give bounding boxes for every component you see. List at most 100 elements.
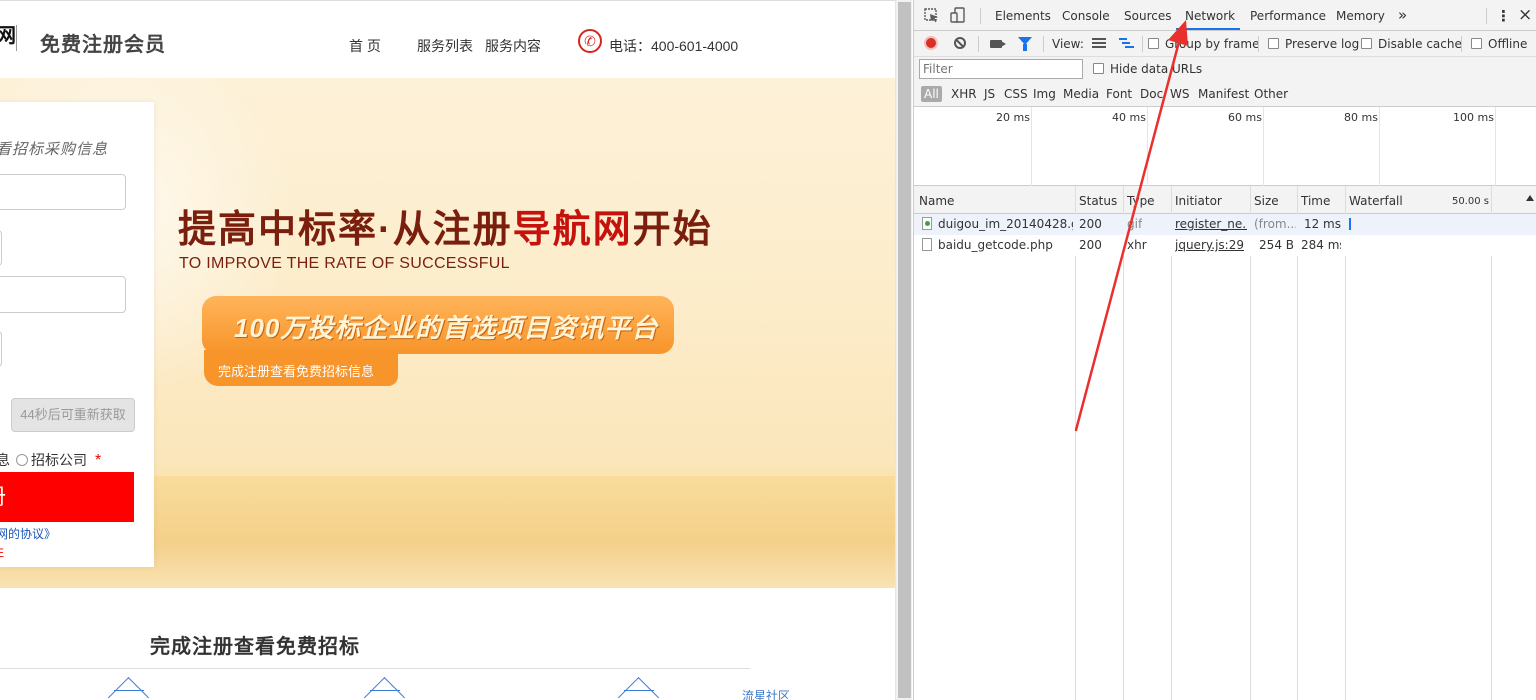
column-header-type[interactable]: Type: [1127, 194, 1155, 208]
hide-data-urls-label: Hide data URLs: [1110, 62, 1203, 76]
close-icon[interactable]: ×: [1518, 5, 1532, 25]
company-type-radio-group: 息 招标公司 *: [0, 450, 101, 470]
tabbar-separator: [980, 8, 981, 24]
toolbar-separator: [1258, 36, 1259, 52]
phone-icon: ✆: [578, 29, 602, 53]
device-toolbar-icon[interactable]: [950, 7, 966, 24]
toolbar-separator: [978, 36, 979, 52]
phone-field[interactable]: [0, 276, 126, 313]
site-logo[interactable]: 网: [0, 19, 16, 48]
feature-hex-icon: [114, 690, 144, 700]
tab-memory[interactable]: Memory: [1336, 9, 1385, 23]
section-title: 完成注册查看免费招标: [150, 636, 360, 658]
screenshot-capture-icon[interactable]: [990, 40, 1006, 48]
request-size: (from...: [1254, 217, 1296, 231]
waterfall-scale-label: 50.00 s: [1452, 196, 1490, 207]
verification-code-field[interactable]: [0, 331, 2, 367]
filter-input[interactable]: [919, 59, 1083, 79]
headline-dark: 提高中标率·从注册: [178, 209, 513, 251]
nav-service-list-link[interactable]: 服务列表: [417, 36, 473, 56]
record-icon[interactable]: [924, 36, 938, 50]
overview-icon[interactable]: [1119, 38, 1134, 49]
large-rows-icon[interactable]: [1092, 38, 1106, 49]
toolbar-separator: [1461, 36, 1462, 52]
tab-performance[interactable]: Performance: [1250, 9, 1326, 23]
nav-service-content-link[interactable]: 服务内容: [485, 36, 541, 56]
type-filter-css[interactable]: CSS: [1004, 87, 1028, 101]
devtools-menu-icon[interactable]: ⋮: [1496, 7, 1511, 25]
disable-cache-label: Disable cache: [1378, 37, 1462, 51]
filter-icon[interactable]: [1018, 37, 1032, 51]
resend-code-button[interactable]: 44秒后可重新获取: [11, 398, 135, 432]
community-link[interactable]: 流星社区: [742, 687, 790, 700]
type-filter-js[interactable]: JS: [984, 87, 995, 101]
inspect-element-icon[interactable]: [924, 8, 940, 24]
register-button[interactable]: 册: [0, 472, 134, 522]
preserve-log-checkbox[interactable]: [1268, 38, 1279, 49]
registration-form: 看招标采购信息 44秒后可重新获取 息 招标公司 * 册 网的协议》 E: [0, 102, 154, 567]
username-field[interactable]: [0, 174, 126, 210]
offline-checkbox[interactable]: [1471, 38, 1482, 49]
overview-tick-label: 80 ms: [1344, 111, 1378, 124]
web-page: 网 免费注册会员 首 页 服务列表 服务内容 ✆ 电话：400-601-4000…: [0, 0, 895, 700]
preserve-log-label: Preserve log: [1285, 37, 1360, 51]
request-name[interactable]: duigou_im_20140428.gif: [938, 217, 1073, 231]
page-title: 免费注册会员: [40, 34, 166, 56]
nav-home-link[interactable]: 首 页: [349, 36, 381, 56]
group-by-frame-checkbox[interactable]: [1148, 38, 1159, 49]
group-by-frame-label: Group by frame: [1165, 37, 1260, 51]
type-filter-img[interactable]: Img: [1033, 87, 1056, 101]
type-filter-xhr[interactable]: XHR: [951, 87, 977, 101]
column-header-name[interactable]: Name: [919, 194, 954, 208]
overview-gridline: [1379, 107, 1380, 186]
waterfall-bar: [1349, 218, 1351, 230]
hide-data-urls-checkbox[interactable]: [1093, 63, 1104, 74]
toolbar-separator: [1142, 36, 1143, 52]
column-header-size[interactable]: Size: [1254, 194, 1279, 208]
request-name[interactable]: baidu_getcode.php: [938, 238, 1073, 252]
more-tabs-icon[interactable]: »: [1398, 6, 1407, 24]
request-initiator-link[interactable]: register_ne...: [1175, 217, 1247, 231]
view-label: View:: [1052, 37, 1084, 51]
radio-button[interactable]: [16, 454, 28, 466]
phone-number: 电话：400-601-4000: [609, 38, 739, 54]
overview-gridline: [1031, 107, 1032, 186]
toolbar-separator: [1043, 36, 1044, 52]
type-filter-font[interactable]: Font: [1106, 87, 1132, 101]
request-type: xhr: [1127, 238, 1147, 252]
tab-elements[interactable]: Elements: [995, 9, 1051, 23]
type-filter-other[interactable]: Other: [1254, 87, 1288, 101]
network-toolbar: View: Group by frame Preserve log Disabl…: [914, 31, 1536, 57]
scrollbar-thumb[interactable]: [898, 2, 911, 698]
login-link[interactable]: E: [0, 546, 4, 560]
column-header-status[interactable]: Status: [1079, 194, 1117, 208]
table-row[interactable]: duigou_im_20140428.gif 200 gif register_…: [914, 214, 1536, 235]
agreement-link[interactable]: 网的协议》: [0, 525, 56, 542]
table-row[interactable]: baidu_getcode.php 200 xhr jquery.js:29 2…: [914, 235, 1536, 256]
tab-console[interactable]: Console: [1062, 9, 1110, 23]
type-filter-doc[interactable]: Doc: [1140, 87, 1163, 101]
type-filter-ws[interactable]: WS: [1170, 87, 1189, 101]
column-header-waterfall[interactable]: Waterfall: [1349, 194, 1403, 208]
type-filter-all[interactable]: All: [921, 86, 942, 102]
type-filter-manifest[interactable]: Manifest: [1198, 87, 1249, 101]
disable-cache-checkbox[interactable]: [1361, 38, 1372, 49]
password-field[interactable]: [0, 230, 2, 266]
column-header-initiator[interactable]: Initiator: [1175, 194, 1222, 208]
request-size: 254 B: [1259, 238, 1294, 252]
tab-sources[interactable]: Sources: [1124, 9, 1171, 23]
headline-tail: 开始: [632, 209, 713, 251]
request-type: gif: [1127, 217, 1143, 231]
tabbar-separator: [1486, 8, 1487, 24]
sort-ascending-icon[interactable]: [1526, 195, 1534, 201]
request-initiator-link[interactable]: jquery.js:29: [1175, 238, 1247, 252]
overview-tick-label: 40 ms: [1112, 111, 1146, 124]
tab-network[interactable]: Network: [1185, 9, 1235, 23]
clear-icon[interactable]: [954, 37, 966, 49]
site-header: 网 免费注册会员 首 页 服务列表 服务内容 ✆ 电话：400-601-4000: [0, 0, 895, 78]
column-divider: [1297, 186, 1298, 700]
type-filter-media[interactable]: Media: [1063, 87, 1099, 101]
column-header-time[interactable]: Time: [1301, 194, 1330, 208]
network-overview-timeline[interactable]: 20 ms 40 ms 60 ms 80 ms 100 ms: [914, 107, 1536, 186]
page-scrollbar[interactable]: [895, 0, 912, 700]
